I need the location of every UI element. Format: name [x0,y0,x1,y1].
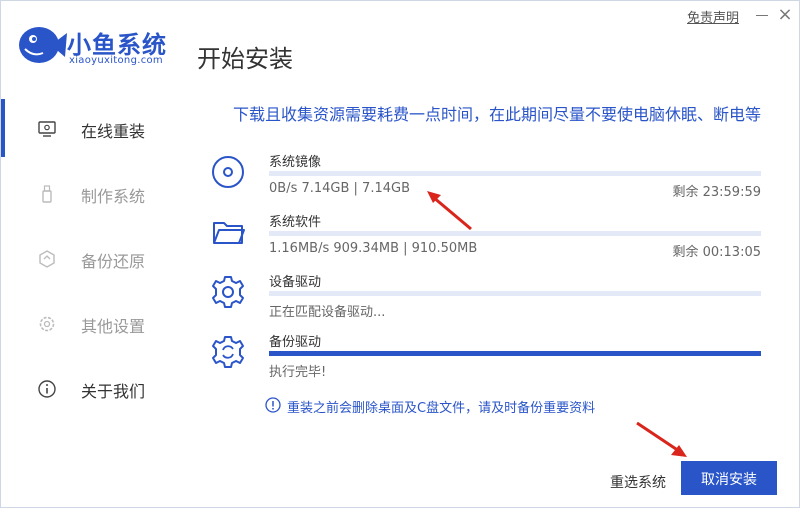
backup-warning: 重装之前会删除桌面及C盘文件，请及时备份重要资料 [287,401,596,416]
sidebar-item-label: 备份还原 [81,252,146,271]
progress-bar [269,171,761,176]
warning-info-icon [265,397,281,413]
task-status: 执行完毕! [269,365,327,380]
task-name: 系统镜像 [269,155,322,170]
sidebar-item-label: 制作系统 [81,187,146,206]
task-name: 设备驱动 [269,275,322,290]
brand-domain: xiaoyuxitong.com [69,55,163,66]
page-title: 开始安装 [197,45,293,73]
monitor-icon [38,121,56,137]
info-icon [38,380,56,398]
progress-fill [269,351,761,356]
task-status: 0B/s 7.14GB | 7.14GB [269,181,410,196]
sidebar-item-label: 在线重装 [81,122,146,141]
backup-icon [39,250,55,268]
task-row-system-software: 系统软件 1.16MB/s 909.34MB | 910.50MB 剩余 00:… [205,211,765,265]
task-row-device-drivers: 设备驱动 正在匹配设备驱动... [205,271,765,325]
task-status: 1.16MB/s 909.34MB | 910.50MB [269,241,478,256]
usb-icon [42,185,52,203]
gear-icon [212,276,244,308]
cancel-install-button[interactable]: 取消安装 [681,461,777,495]
annotation-arrow [427,191,472,231]
sidebar-item-online-reinstall[interactable]: 在线重装 [1,109,191,149]
task-row-system-image: 系统镜像 0B/s 7.14GB | 7.14GB 剩余 23:59:59 [205,151,765,205]
disclaimer-link[interactable]: 免责声明 [687,7,739,26]
installer-window: 小鱼系统 xiaoyuxitong.com 开始安装 免责声明 × 在线重装 制… [0,0,800,508]
minimize-button[interactable] [753,5,771,25]
task-status: 正在匹配设备驱动... [269,305,386,320]
sidebar-item-other-settings[interactable]: 其他设置 [1,304,191,344]
close-button[interactable]: × [775,5,795,25]
refresh-gear-icon [212,336,244,368]
annotation-arrow [636,421,687,457]
progress-bar [269,231,761,236]
fish-logo-icon [19,27,67,63]
sidebar-item-label: 其他设置 [81,317,146,336]
sidebar-item-make-system[interactable]: 制作系统 [1,174,191,214]
folder-icon [213,222,245,244]
reselect-system-link[interactable]: 重选系统 [610,472,666,492]
brand-logo: 小鱼系统 xiaoyuxitong.com [13,15,191,73]
sidebar-item-label: 关于我们 [81,382,146,401]
task-name: 备份驱动 [269,335,322,350]
task-remaining-time: 剩余 23:59:59 [672,185,761,200]
disc-icon [212,156,244,188]
task-remaining-time: 剩余 00:13:05 [672,245,761,260]
install-notice: 下载且收集资源需要耗费一点时间，在此期间尽量不要使电脑休眠、断电等 [233,105,762,124]
sidebar-item-backup-restore[interactable]: 备份还原 [1,239,191,279]
gear-icon [39,316,55,332]
progress-bar [269,291,761,296]
progress-bar [269,351,761,356]
sidebar-item-about-us[interactable]: 关于我们 [1,369,191,409]
task-name: 系统软件 [269,215,322,230]
task-row-backup-drivers: 备份驱动 执行完毕! [205,331,765,385]
